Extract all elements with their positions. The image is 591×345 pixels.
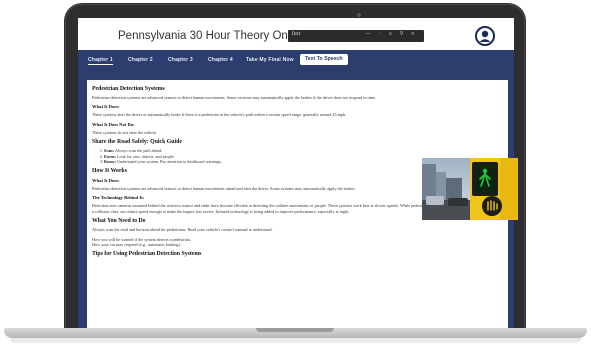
section-heading: Pedestrian Detection Systems [92,86,165,92]
quick-guide-list: Scan: Always scan the path ahead. Focus:… [92,148,424,165]
site-header: Pennsylvania 30 Hour Theory Online Drivi… [78,18,514,50]
laptop-notch [256,328,334,332]
subheading: What It Does: [92,104,120,110]
text-to-speech-button[interactable]: Text To Speech [300,54,348,65]
section-heading: Share the Road Safely: Quick Guide [92,139,182,146]
chapter-nav: Chapter 1 Chapter 2 Chapter 3 Chapter 4 … [78,50,514,72]
crosswalk-signal-photo [422,158,518,220]
subheading: What It Does Not Do: [92,121,135,127]
content-accent-bar [84,80,87,328]
paragraph: These systems do not steer the vehicle. [92,129,158,135]
list-item: Know: Understand your system. Pay attent… [104,159,424,165]
tab-chapter-4[interactable]: Chapter 4 [208,57,233,63]
laptop-shadow [10,338,581,343]
section-heading: Tips for Using Pedestrian Detection Syst… [92,251,202,258]
take-final-link[interactable]: Take My Final Now [246,57,294,63]
tab-chapter-1[interactable]: Chapter 1 [88,57,113,65]
user-circle-icon[interactable] [475,26,495,46]
paragraph: These systems alert the driver or automa… [92,112,347,118]
tab-chapter-3[interactable]: Chapter 3 [168,57,193,63]
overlay-window-controls[interactable]: — ◦ ∨ ∇ × [365,31,418,37]
overlay-toolbar: Dat — ◦ ∨ ∇ × [288,30,424,42]
tab-chapter-2[interactable]: Chapter 2 [128,57,153,63]
webcam-icon [357,13,361,17]
paragraph: Always scan the road and horizon ahead f… [92,227,273,233]
paragraph: How your car may respond (e.g., automati… [92,242,181,248]
paragraph: Pedestrian detection systems are advance… [92,95,376,100]
overlay-label: Dat [292,31,302,37]
